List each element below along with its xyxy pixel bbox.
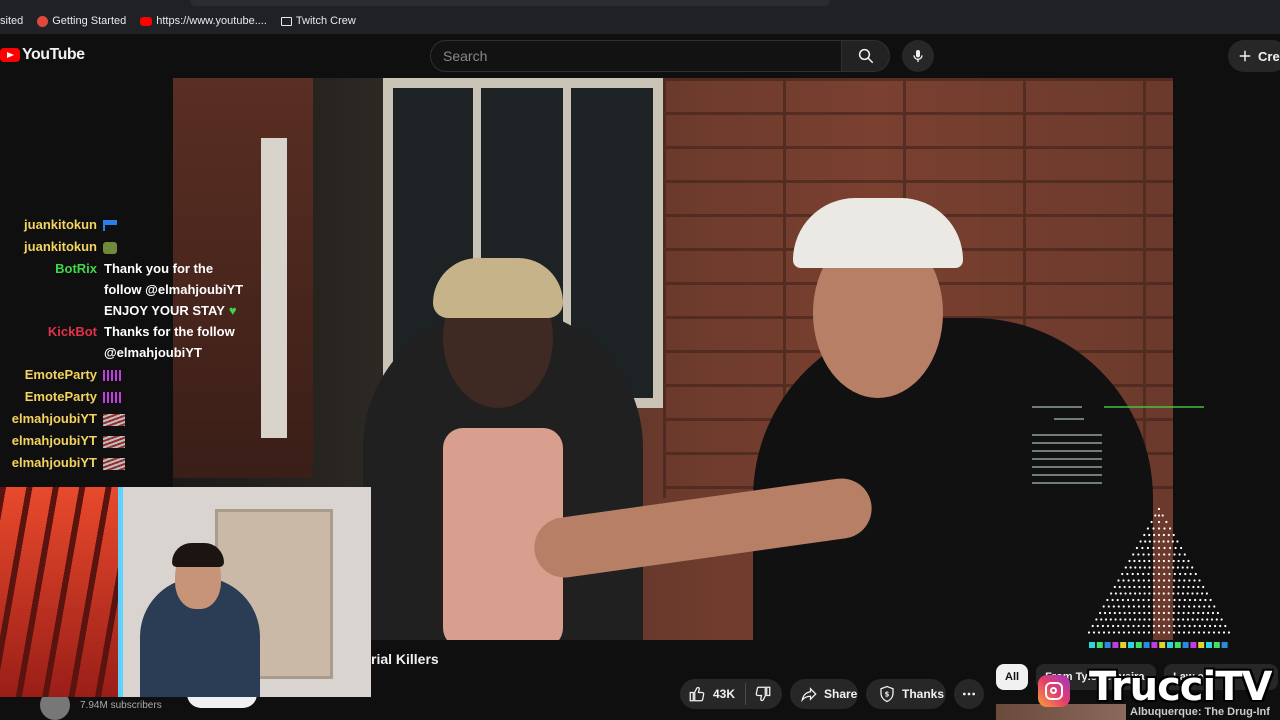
search-button[interactable]: [842, 40, 890, 72]
stream-watermark: TrucciTV: [1089, 664, 1272, 710]
led-strip: [118, 487, 123, 697]
microphone-icon: [913, 50, 923, 62]
chat-message: EmoteParty: [0, 386, 123, 407]
green-heart-icon: ♥: [228, 303, 237, 318]
cat-emote-icon: [103, 457, 125, 470]
bookmark-getting-started[interactable]: Getting Started: [37, 15, 126, 27]
palm-tree-wallpaper: [0, 487, 118, 697]
thumbs-up-icon: [689, 686, 705, 702]
search-icon: [858, 48, 873, 64]
address-bar[interactable]: [190, 0, 830, 6]
chip-all[interactable]: All: [996, 664, 1029, 690]
chat-message: juankitokun: [0, 214, 117, 235]
cat-emote-icon: [103, 413, 125, 426]
firefox-icon: [37, 15, 49, 27]
folder-icon: [280, 16, 292, 26]
instagram-icon: [1038, 675, 1070, 707]
party-emote-icon: [103, 370, 123, 382]
chat-message: EmoteParty: [0, 364, 123, 385]
video-person-woman: [363, 258, 643, 640]
like-dislike-group: 43K: [680, 679, 782, 709]
chat-message: elmahjoubiYT: [0, 452, 125, 473]
chat-message: KickBot Thanks for the follow @elmahjoub…: [47, 324, 235, 360]
bookmark-partial[interactable]: sited: [0, 15, 23, 27]
more-actions-button[interactable]: [954, 679, 984, 709]
plus-icon: [1239, 50, 1251, 62]
like-button[interactable]: 43K: [688, 685, 735, 703]
more-horizontal-icon: [963, 692, 975, 696]
flag-emote-icon: [103, 220, 117, 232]
voice-search-button[interactable]: [902, 40, 934, 72]
party-emote-icon: [103, 392, 123, 404]
streamer-hair: [172, 543, 224, 567]
video-title: rial Killers: [371, 651, 439, 667]
chat-message: juankitokun: [0, 236, 117, 257]
cat-emote-icon: [103, 435, 125, 448]
chat-message: elmahjoubiYT: [0, 430, 125, 451]
thumbs-down-icon: [755, 686, 771, 702]
video-actions: 43K Share $ Thanks: [680, 678, 984, 710]
youtube-play-icon: [0, 48, 20, 62]
bear-emote-icon: [103, 241, 117, 254]
bookmark-twitch-crew[interactable]: Twitch Crew: [280, 15, 356, 27]
search-input[interactable]: Search: [430, 40, 842, 72]
youtube-header: YouTube Search Crea: [0, 34, 1280, 78]
streamer-webcam-overlay: [0, 487, 371, 697]
share-button[interactable]: Share: [790, 679, 858, 709]
video-scene-post: [261, 138, 287, 438]
bookmarks-bar: sited Getting Started https://www.youtub…: [0, 8, 1280, 34]
stream-scoreboard-overlay: [1032, 402, 1212, 492]
thanks-button[interactable]: $ Thanks: [866, 679, 946, 709]
subscriber-count: 7.94M subscribers: [80, 699, 162, 711]
youtube-logo[interactable]: YouTube: [0, 46, 85, 64]
chat-message: BotRix Thank you for the follow @elmahjo…: [55, 261, 244, 318]
create-button[interactable]: Crea: [1228, 40, 1280, 72]
chat-message: elmahjoubiYT: [0, 408, 125, 429]
share-icon: [801, 687, 817, 703]
dislike-button[interactable]: [754, 685, 772, 703]
browser-tabstrip: [0, 0, 1280, 8]
audio-visualizer-triangle: [1087, 507, 1231, 648]
svg-text:$: $: [885, 690, 890, 698]
bookmark-youtube[interactable]: https://www.youtube....: [140, 15, 267, 27]
thanks-icon: $: [880, 685, 894, 703]
youtube-icon: [140, 16, 153, 26]
